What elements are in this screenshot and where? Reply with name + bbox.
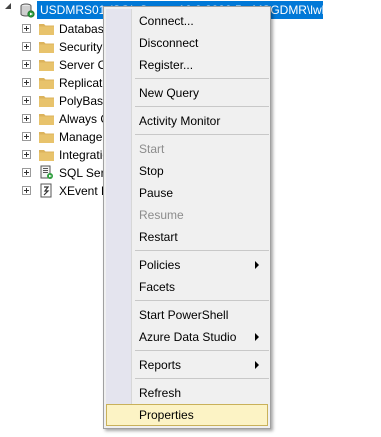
folder-icon xyxy=(39,42,54,53)
expand-icon[interactable] xyxy=(22,78,31,87)
menu-item-start-powershell[interactable]: Start PowerShell xyxy=(106,304,268,326)
expand-icon[interactable] xyxy=(22,150,31,159)
expand-icon[interactable] xyxy=(22,24,31,33)
menu-separator xyxy=(135,78,269,79)
ssms-object-explorer: USDMRS01 (SQL Server 16.0.2000.5 - MSGDM… xyxy=(0,0,381,437)
menu-item-label: Facets xyxy=(139,280,176,294)
expand-icon[interactable] xyxy=(22,168,31,177)
menu-item-label: Reports xyxy=(139,358,182,372)
expand-icon[interactable] xyxy=(22,114,31,123)
menu-item-register[interactable]: Register... xyxy=(106,54,268,76)
expand-icon[interactable] xyxy=(22,132,31,141)
menu-separator xyxy=(135,300,269,301)
menu-item-connect[interactable]: Connect... xyxy=(106,10,268,32)
menu-item-new-query[interactable]: New Query xyxy=(106,82,268,104)
menu-item-resume: Resume xyxy=(106,204,268,226)
menu-item-label: Start xyxy=(139,142,165,156)
menu-separator xyxy=(135,250,269,251)
tree-node-replication[interactable]: Replication xyxy=(0,74,118,92)
menu-item-reports[interactable]: Reports xyxy=(106,354,268,376)
tree-node-sql-server-agent[interactable]: SQL Server Agent xyxy=(0,164,155,182)
menu-item-label: Disconnect xyxy=(139,36,199,50)
menu-item-disconnect[interactable]: Disconnect xyxy=(106,32,268,54)
menu-item-label: Properties xyxy=(139,408,194,422)
menu-item-facets[interactable]: Facets xyxy=(106,276,268,298)
menu-item-label: Azure Data Studio xyxy=(139,330,237,344)
expand-icon[interactable] xyxy=(22,96,31,105)
folder-icon xyxy=(39,114,54,125)
expand-icon[interactable] xyxy=(22,42,31,51)
tree-node-management[interactable]: Management xyxy=(0,128,129,146)
context-menu: Connect... Disconnect Register... New Qu… xyxy=(103,6,271,429)
xevent-icon xyxy=(40,183,52,198)
tree-node-xevent-profiler[interactable]: XEvent Profiler xyxy=(0,182,139,200)
menu-item-label: Activity Monitor xyxy=(139,114,221,128)
submenu-arrow-icon xyxy=(255,261,259,269)
tree-children: Databases Security Server Objects Replic… xyxy=(0,20,216,200)
tree-node-label: Security xyxy=(59,40,103,54)
folder-icon xyxy=(39,96,54,107)
menu-item-label: Connect... xyxy=(139,14,194,28)
menu-item-azure-data-studio[interactable]: Azure Data Studio xyxy=(106,326,268,348)
expand-icon[interactable] xyxy=(22,60,31,69)
tree-node-security[interactable]: Security xyxy=(0,38,110,56)
sql-agent-icon xyxy=(40,165,53,179)
tree-node-integration-services[interactable]: Integration Services Catalogs xyxy=(0,146,216,164)
folder-icon xyxy=(39,60,54,71)
menu-item-pause[interactable]: Pause xyxy=(106,182,268,204)
menu-item-policies[interactable]: Policies xyxy=(106,254,268,276)
menu-separator xyxy=(135,106,269,107)
menu-separator xyxy=(135,378,269,379)
menu-item-label: Policies xyxy=(139,258,181,272)
folder-icon xyxy=(39,78,54,89)
menu-item-refresh[interactable]: Refresh xyxy=(106,382,268,404)
menu-item-restart[interactable]: Restart xyxy=(106,226,268,248)
menu-item-properties[interactable]: Properties xyxy=(106,404,268,426)
server-icon xyxy=(20,3,35,18)
submenu-arrow-icon xyxy=(255,361,259,369)
expand-icon[interactable] xyxy=(22,186,31,195)
submenu-arrow-icon xyxy=(255,333,259,341)
folder-icon xyxy=(39,24,54,35)
menu-item-stop[interactable]: Stop xyxy=(106,160,268,182)
menu-item-label: Register... xyxy=(139,58,194,72)
menu-item-activity-monitor[interactable]: Activity Monitor xyxy=(106,110,268,132)
menu-item-label: Start PowerShell xyxy=(139,308,229,322)
menu-item-label: Restart xyxy=(139,230,178,244)
tree-node-databases[interactable]: Databases xyxy=(0,20,116,38)
tree-node-always-on[interactable]: Always On High Availability xyxy=(0,110,204,128)
menu-item-start: Start xyxy=(106,138,268,160)
menu-item-label: Pause xyxy=(139,186,174,200)
folder-icon xyxy=(39,132,54,143)
tree-node-polybase[interactable]: PolyBase xyxy=(0,92,110,110)
tree-node-server-objects[interactable]: Server Objects xyxy=(0,56,138,74)
menu-item-label: Stop xyxy=(139,164,164,178)
collapse-chevron-icon[interactable] xyxy=(4,2,13,11)
menu-separator xyxy=(135,134,269,135)
menu-item-label: Resume xyxy=(139,208,184,222)
menu-item-label: Refresh xyxy=(139,386,182,400)
menu-separator xyxy=(135,350,269,351)
folder-icon xyxy=(39,150,54,161)
menu-item-label: New Query xyxy=(139,86,200,100)
